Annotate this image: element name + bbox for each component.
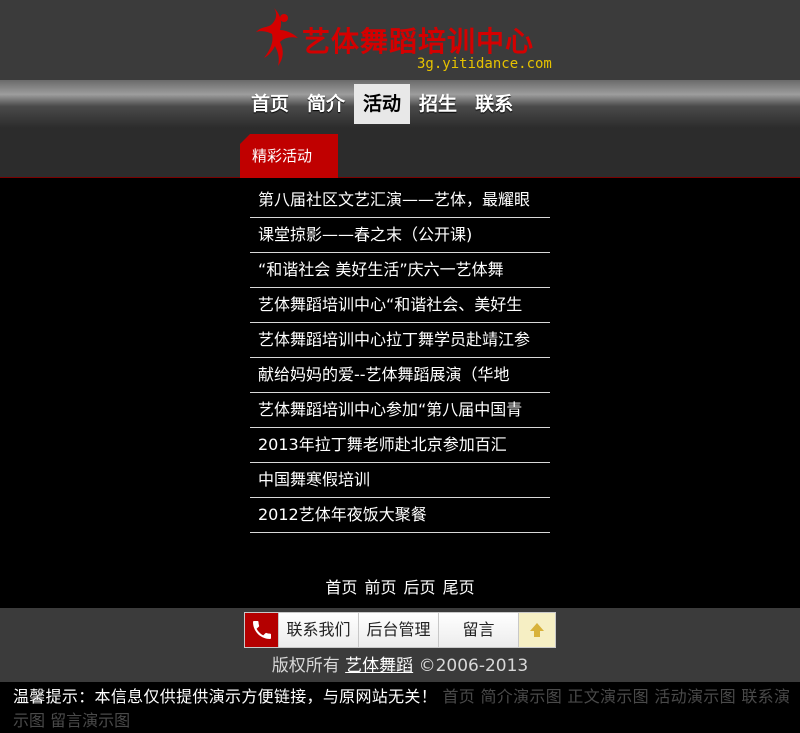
list-item[interactable]: 艺体舞蹈培训中心拉丁舞学员赴靖江参: [250, 323, 550, 358]
demo-link-activities[interactable]: 活动演示图: [654, 687, 736, 706]
site-url: 3g.yitidance.com: [417, 56, 552, 72]
message-button[interactable]: 留言: [439, 613, 519, 647]
pagination: 首页 前页 后页 尾页: [0, 574, 800, 598]
nav-list: 首页 简介 活动 招生 联系: [242, 84, 522, 124]
nav-item-enrollment[interactable]: 招生: [410, 84, 466, 124]
list-item[interactable]: 课堂掠影——春之末（公开课): [250, 218, 550, 253]
list-item[interactable]: 艺体舞蹈培训中心参加“第八届中国青: [250, 393, 550, 428]
copyright-prefix: 版权所有: [271, 656, 340, 676]
activity-list: 第八届社区文艺汇演——艺体，最耀眼 课堂掠影——春之末（公开课) “和谐社会 美…: [250, 182, 550, 533]
section-bar: 精彩活动: [0, 128, 800, 178]
admin-button[interactable]: 后台管理: [359, 613, 439, 647]
contact-us-button[interactable]: 联系我们: [279, 613, 359, 647]
header: 艺体舞蹈培训中心 3g.yitidance.com: [0, 0, 800, 80]
site-title: 艺体舞蹈培训中心: [302, 25, 535, 58]
pager-next-link[interactable]: 后页: [404, 578, 436, 597]
nav-item-activities[interactable]: 活动: [354, 84, 411, 124]
copyright: 版权所有 艺体舞蹈 ©2006-2013: [0, 654, 800, 682]
brand-link[interactable]: 艺体舞蹈: [345, 656, 413, 676]
list-item[interactable]: 2013年拉丁舞老师赴北京参加百汇: [250, 428, 550, 463]
main-nav: 首页 简介 活动 招生 联系: [0, 80, 800, 128]
list-item[interactable]: 献给妈妈的爱--艺体舞蹈展演（华地: [250, 358, 550, 393]
list-item[interactable]: “和谐社会 美好生活”庆六一艺体舞: [250, 253, 550, 288]
nav-item-about[interactable]: 简介: [298, 84, 354, 124]
notice-tip: 温馨提示：本信息仅供提供演示方便链接，与原网站无关！: [13, 687, 438, 706]
section-title: 精彩活动: [240, 134, 338, 178]
phone-icon[interactable]: [245, 613, 279, 647]
notice-bar: 温馨提示：本信息仅供提供演示方便链接，与原网站无关！ 首页 简介演示图 正文演示…: [0, 682, 800, 733]
footer-tools: 联系我们 后台管理 留言: [244, 612, 556, 648]
pager-last-link[interactable]: 尾页: [443, 578, 475, 597]
logo[interactable]: 艺体舞蹈培训中心 3g.yitidance.com: [252, 6, 552, 76]
demo-link-about[interactable]: 简介演示图: [480, 687, 562, 706]
list-item[interactable]: 中国舞寒假培训: [250, 463, 550, 498]
demo-link-home[interactable]: 首页: [442, 687, 475, 706]
list-item[interactable]: 艺体舞蹈培训中心“和谐社会、美好生: [250, 288, 550, 323]
nav-item-contact[interactable]: 联系: [466, 84, 522, 124]
demo-link-article[interactable]: 正文演示图: [567, 687, 649, 706]
demo-link-message[interactable]: 留言演示图: [50, 711, 130, 730]
pager-first-link[interactable]: 首页: [325, 578, 357, 597]
nav-item-home[interactable]: 首页: [242, 84, 298, 124]
copyright-years: ©2006-2013: [418, 656, 529, 676]
back-to-top-icon[interactable]: [519, 613, 555, 647]
list-item[interactable]: 第八届社区文艺汇演——艺体，最耀眼: [250, 182, 550, 218]
dancer-icon: [256, 8, 298, 66]
list-item[interactable]: 2012艺体年夜饭大聚餐: [250, 498, 550, 533]
footer-toolbar: 联系我们 后台管理 留言: [0, 608, 800, 654]
pager-prev-link[interactable]: 前页: [364, 578, 396, 597]
